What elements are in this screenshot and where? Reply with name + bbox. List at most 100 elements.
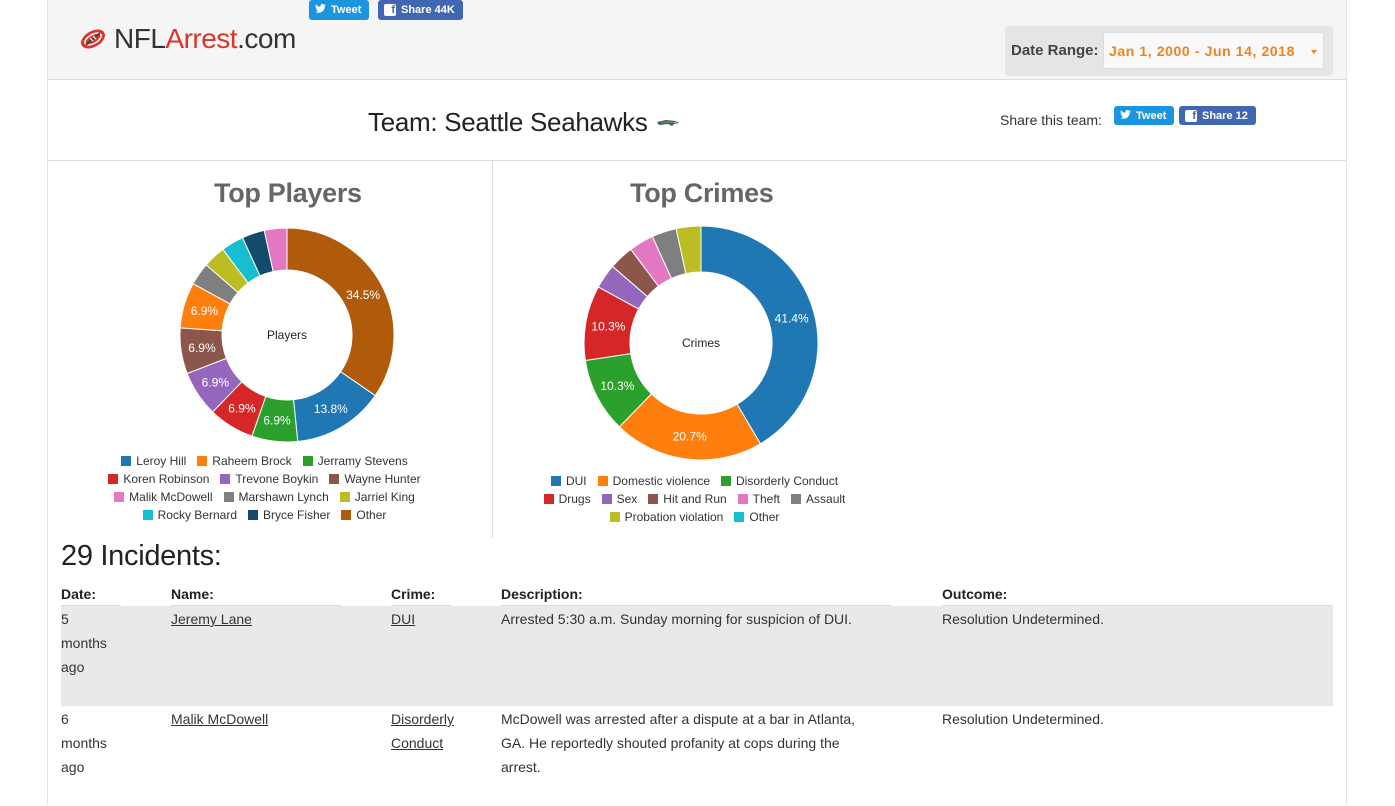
legend-row: Rocky Bernard Bryce Fisher Other: [48, 508, 492, 522]
logo-dotcom-text: .com: [237, 23, 296, 54]
legend-item-marshawn-lynch[interactable]: Marshawn Lynch: [223, 490, 329, 504]
legend-row: Koren Robinson Trevone Boykin Wayne Hunter: [48, 472, 492, 486]
legend-label: Other: [356, 508, 387, 522]
legend-row: Leroy Hill Raheem Brock Jerramy Stevens: [48, 454, 492, 468]
incidents-heading: 29 Incidents:: [61, 540, 222, 572]
team-facebook-share-button[interactable]: f Share 12: [1179, 106, 1256, 125]
legend-label: Rocky Bernard: [157, 508, 237, 522]
legend-label: DUI: [565, 474, 587, 488]
legend-label: Probation violation: [624, 510, 724, 524]
facebook-icon: f: [384, 4, 396, 16]
donut-center-label: Players: [267, 328, 307, 342]
legend-item-jarriel-king[interactable]: Jarriel King: [339, 490, 415, 504]
player-link[interactable]: Jeremy Lane: [171, 611, 252, 627]
site-logo[interactable]: NFL Arrest .com: [78, 23, 296, 55]
slice-label-trevone-boykin: 6.9%: [202, 376, 230, 390]
legend-swatch: [648, 494, 659, 504]
share-team-label: Share this team:: [1000, 112, 1102, 128]
legend-item-hit-and-run[interactable]: Hit and Run: [648, 492, 727, 506]
twitter-bird-icon: [315, 4, 326, 16]
legend-label: Sex: [616, 492, 638, 506]
crime-link[interactable]: DUI: [391, 611, 415, 627]
date-range-label: Date Range:: [1011, 42, 1099, 59]
legend-item-raheem-brock[interactable]: Raheem Brock: [197, 454, 292, 468]
row-date: 6 months ago: [61, 711, 107, 775]
legend-item-leroy-hill[interactable]: Leroy Hill: [121, 454, 186, 468]
team-tweet-label: Tweet: [1136, 109, 1167, 122]
legend-item-theft[interactable]: Theft: [737, 492, 781, 506]
table-header: Date: Name: Crime: Description: Outcome:: [61, 582, 1333, 606]
facebook-share-button[interactable]: f Share 44K: [378, 0, 463, 20]
legend-item-domestic-violence[interactable]: Domestic violence: [597, 474, 710, 488]
legend-swatch: [734, 512, 745, 522]
legend-item-sex[interactable]: Sex: [601, 492, 638, 506]
legend-item-disorderly-conduct[interactable]: Disorderly Conduct: [721, 474, 838, 488]
legend-item-malik-mcdowell[interactable]: Malik McDowell: [114, 490, 213, 504]
legend-item-drugs[interactable]: Drugs: [543, 492, 591, 506]
legend-label: Assault: [806, 492, 846, 506]
slice-label-disorderly-conduct: 10.3%: [600, 379, 634, 393]
table-row: 5 months ago Jeremy Lane DUI Arrested 5:…: [61, 606, 1333, 706]
legend-label: Koren Robinson: [123, 472, 210, 486]
legend-item-dui[interactable]: DUI: [550, 474, 587, 488]
legend-swatch: [341, 510, 352, 520]
legend-label: Jarriel King: [354, 490, 415, 504]
legend-item-assault[interactable]: Assault: [791, 492, 845, 506]
players-donut-chart: 34.5% 13.8% 6.9% 6.9% 6.9% 6.9% 6.9% Players: [179, 227, 395, 443]
legend-swatch: [601, 494, 612, 504]
slice-label-raheem-brock: 6.9%: [191, 304, 219, 318]
legend-item-other[interactable]: Other: [734, 510, 779, 524]
crimes-donut-chart: 41.4% 20.7% 10.3% 10.3% Crimes: [583, 225, 819, 461]
row-outcome: Resolution Undetermined.: [942, 611, 1104, 627]
team-title-text: Team: Seattle Seahawks: [368, 107, 648, 137]
row-name: Jeremy Lane: [171, 607, 252, 631]
column-header-description: Description:: [501, 586, 583, 602]
logo-nfl-text: NFL: [114, 23, 166, 54]
column-header-date: Date:: [61, 586, 97, 602]
seahawks-logo-icon: [656, 119, 679, 126]
charts-section: Top Players 34.5% 13.8% 6.9% 6.9% 6.9% 6.9% 6.…: [48, 161, 1346, 538]
date-range-select[interactable]: Jan 1, 2000 - Jun 14, 2018: [1103, 32, 1324, 69]
legend-item-wayne-hunter[interactable]: Wayne Hunter: [329, 472, 421, 486]
legend-label: Marshawn Lynch: [238, 490, 329, 504]
legend-label: Bryce Fisher: [263, 508, 331, 522]
legend-label: Trevone Boykin: [235, 472, 319, 486]
slice-label-koren-robinson: 6.9%: [228, 401, 256, 415]
page-container: NFL Arrest .com Tweet f Share 44K Date Ran…: [47, 0, 1347, 804]
legend-label: Hit and Run: [663, 492, 727, 506]
legend-item-rocky-bernard[interactable]: Rocky Bernard: [142, 508, 237, 522]
legend-item-koren-robinson[interactable]: Koren Robinson: [108, 472, 209, 486]
legend-label: Leroy Hill: [136, 454, 187, 468]
crimes-chart-title: Top Crimes: [630, 178, 774, 208]
crime-link[interactable]: Conduct: [391, 735, 443, 751]
legend-item-trevone-boykin[interactable]: Trevone Boykin: [220, 472, 318, 486]
legend-label: Jerramy Stevens: [317, 454, 408, 468]
top-bar: NFL Arrest .com Tweet f Share 44K Date Ran…: [48, 0, 1346, 80]
team-share-label: Share 12: [1202, 109, 1248, 122]
legend-swatch: [609, 512, 620, 522]
legend-swatch: [339, 492, 350, 502]
legend-swatch: [248, 510, 258, 520]
slice-other[interactable]: [286, 227, 395, 397]
legend-item-other[interactable]: Other: [341, 508, 386, 522]
legend-label: Drugs: [558, 492, 591, 506]
legend-item-bryce-fisher[interactable]: Bryce Fisher: [248, 508, 330, 522]
twitter-bird-icon: [1120, 109, 1131, 122]
legend-swatch: [329, 474, 340, 484]
legend-label: Theft: [752, 492, 781, 506]
slice-dui[interactable]: [700, 225, 819, 445]
team-tweet-button[interactable]: Tweet: [1114, 106, 1175, 125]
legend-swatch: [114, 492, 125, 502]
facebook-icon: f: [1185, 109, 1197, 122]
crime-link[interactable]: Disorderly: [391, 711, 454, 727]
legend-item-probation-violation[interactable]: Probation violation: [609, 510, 724, 524]
legend-swatch: [142, 510, 153, 520]
legend-item-jerramy-stevens[interactable]: Jerramy Stevens: [302, 454, 408, 468]
tweet-button[interactable]: Tweet: [309, 0, 370, 20]
share-button-label: Share 44K: [401, 4, 455, 16]
football-logo-icon: [81, 29, 105, 49]
legend-row: DUI Domestic violence Disorderly Conduct: [493, 474, 907, 488]
player-link[interactable]: Malik McDowell: [171, 711, 268, 727]
legend-swatch: [108, 474, 119, 484]
legend-row: Malik McDowell Marshawn Lynch Jarriel King: [48, 490, 492, 504]
